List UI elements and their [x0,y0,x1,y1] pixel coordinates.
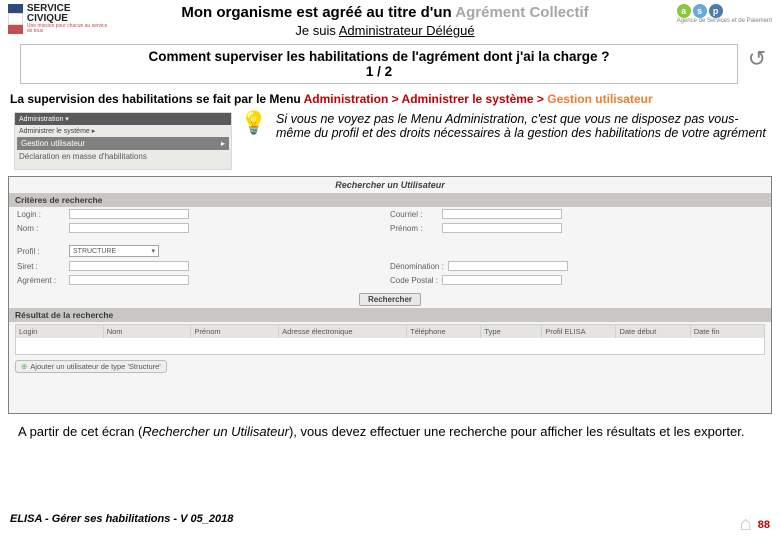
home-icon[interactable]: ⌂ [740,513,752,536]
app-frame: Rechercher un Utilisateur Critères de re… [8,176,772,414]
agrement-input[interactable] [69,275,189,285]
login-input[interactable] [69,209,189,219]
profil-select[interactable]: STRUCTURE▾ [69,245,159,257]
tip-text: Si vous ne voyez pas le Menu Administrat… [276,112,770,140]
result-table: Login Nom Prénom Adresse électronique Té… [15,324,765,355]
page-subtitle: Je suis Administrateur Délégué [108,23,662,38]
logo-asp: a s p Agence de Services et de Paiement [662,4,772,24]
page-title: Mon organisme est agréé au titre d'un Ag… [108,4,662,21]
courriel-input[interactable] [442,209,562,219]
add-user-button[interactable]: ⊕ Ajouter un utilisateur de type 'Struct… [15,360,167,373]
tip-icon: 💡 [240,112,268,134]
result-bar: Résultat de la recherche [9,308,771,322]
bottom-text: A partir de cet écran (Rechercher un Uti… [0,418,780,443]
frame-title: Rechercher un Utilisateur [9,177,771,193]
menu-screenshot: Administration ▾ Administrer le système … [14,112,232,170]
nom-input[interactable] [69,223,189,233]
question-box: Comment superviser les habilitations de … [20,44,738,84]
search-button[interactable]: Rechercher [359,293,421,306]
cp-input[interactable] [442,275,562,285]
intro-text: La supervision des habilitations se fait… [0,90,780,112]
footer-left: ELISA - Gérer ses habilitations - V 05_2… [10,513,233,536]
logo-service-civique: SERVICE CIVIQUE Une mission pour chacun … [8,4,108,34]
refresh-icon[interactable]: ↺ [744,44,770,72]
criteria-bar: Critères de recherche [9,193,771,207]
prenom-input[interactable] [442,223,562,233]
siret-input[interactable] [69,261,189,271]
plus-icon: ⊕ [21,362,27,371]
denom-input[interactable] [448,261,568,271]
page-number: 88 [758,519,770,531]
